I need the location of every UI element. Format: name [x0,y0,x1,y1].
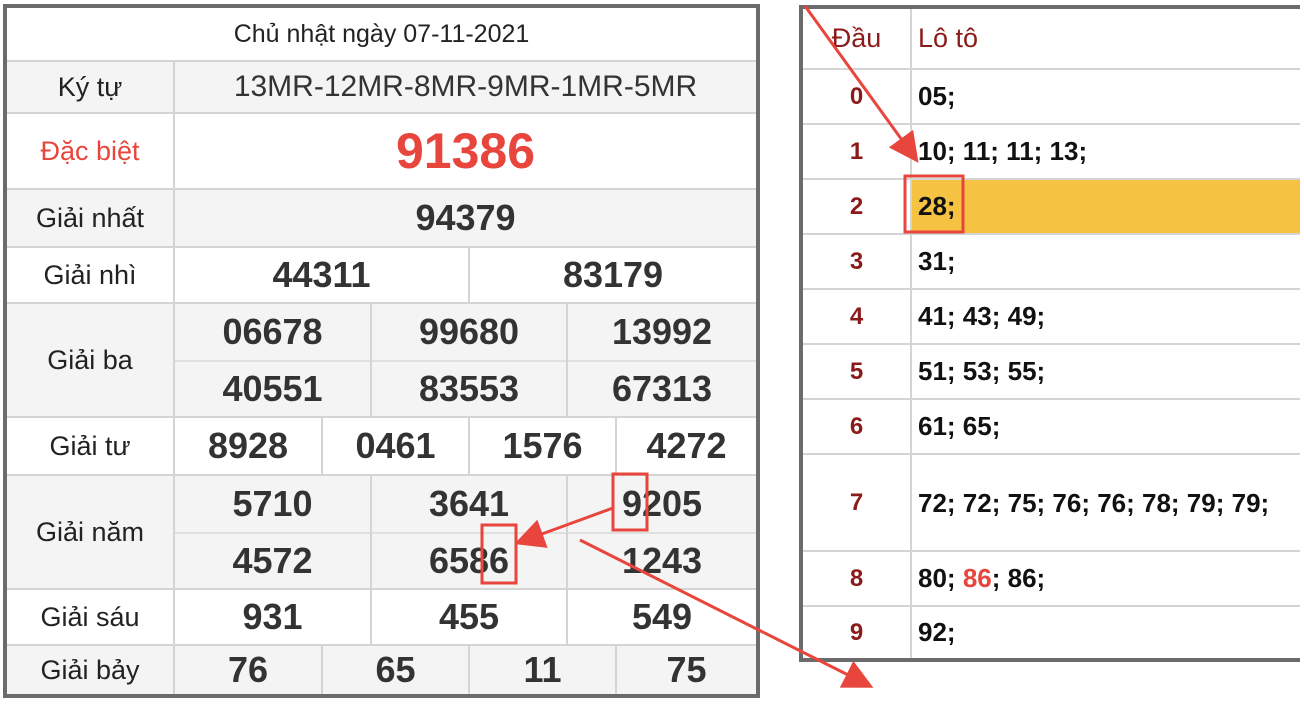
giai-nam-value: 4572 [232,540,313,581]
row-giai-nhat: Giải nhất 94379 [7,190,756,248]
giai-ba-value: 40551 [222,368,323,409]
loto-row: 0 05; [803,70,1300,125]
label-dac-biet: Đặc biệt [7,114,175,188]
giai-bay-value: 75 [666,649,707,690]
dau-cell: 7 [803,455,912,550]
label-giai-nam: Giải năm [7,476,175,588]
loto-cell: 72; 72; 75; 76; 76; 78; 79; 79; [918,487,1270,518]
loto-row: 1 10; 11; 11; 13; [803,125,1300,180]
giai-nhi-value: 44311 [272,254,371,295]
giai-ba-value: 67313 [611,368,713,409]
dac-biet-value: 91386 [395,123,536,179]
row-giai-nhi: Giải nhì 44311 83179 [7,248,756,304]
giai-bay-value: 76 [227,649,269,690]
label-giai-sau: Giải sáu [7,590,175,644]
dau-cell: 4 [803,290,912,343]
loto-table: Đầu Lô tô 0 05; 1 10; 11; 11; 13; 2 28; … [799,5,1300,662]
loto-header-row: Đầu Lô tô [803,9,1300,70]
giai-ba-value: 06678 [222,311,323,352]
loto-special-match: 86 [962,563,992,593]
loto-cell: 10; 11; 11; 13; [918,136,1088,166]
dau-cell: 8 [803,552,912,605]
header-loto: Lô tô [918,23,979,53]
row-giai-ba: Giải ba 06678 99680 13992 40551 83553 67… [7,304,756,418]
loto-cell: 41; 43; 49; [918,301,1046,331]
giai-nam-value: 3641 [428,483,510,524]
row-giai-sau: Giải sáu 931 455 549 [7,590,756,646]
giai-sau-value: 455 [438,596,500,637]
label-giai-bay: Giải bảy [7,646,175,694]
giai-sau-value: 931 [242,596,303,637]
giai-tu-value: 4272 [646,425,727,466]
dau-cell: 3 [803,235,912,288]
dau-cell: 2 [803,180,912,233]
loto-cell: 92; [918,617,956,647]
loto-cell: 28; [912,180,1300,233]
giai-sau-value: 549 [631,596,693,637]
dau-cell: 0 [803,70,912,123]
label-giai-tu: Giải tư [7,418,175,474]
loto-text: ; 86; [991,563,1046,593]
loto-text: 80; [918,563,963,593]
loto-row: 7 72; 72; 75; 76; 76; 78; 79; 79; [803,455,1300,552]
results-title: Chủ nhật ngày 07-11-2021 [233,19,530,48]
loto-row: 5 51; 53; 55; [803,345,1300,400]
giai-nam-value: 6586 [428,540,510,581]
ky-tu-value: 13MR-12MR-8MR-9MR-1MR-5MR [233,70,698,103]
giai-tu-value: 0461 [355,425,436,466]
loto-cell: 05; [918,81,956,111]
label-giai-nhat: Giải nhất [7,190,175,246]
row-giai-tu: Giải tư 8928 0461 1576 4272 [7,418,756,476]
giai-bay-value: 65 [375,649,416,690]
giai-ba-value: 83553 [418,368,520,409]
giai-tu-value: 1576 [502,425,583,466]
loto-cell: 61; 65; [918,411,1001,441]
label-ky-tu: Ký tự [7,62,175,112]
loto-cell: 31; [918,246,956,276]
giai-nam-value: 9205 [621,483,703,524]
giai-tu-value: 8928 [207,425,289,466]
results-table: Chủ nhật ngày 07-11-2021 Ký tự 13MR-12MR… [3,4,760,698]
dau-cell: 5 [803,345,912,398]
label-giai-nhi: Giải nhì [7,248,175,302]
header-dau: Đầu [803,9,912,68]
loto-cell: 80; 86; 86; [912,552,1300,605]
loto-row: 3 31; [803,235,1300,290]
label-giai-ba: Giải ba [7,304,175,416]
giai-bay-value: 11 [523,649,562,690]
giai-ba-value: 13992 [611,311,713,352]
row-giai-bay: Giải bảy 76 65 11 75 [7,646,756,694]
loto-row-highlighted: 2 28; [803,180,1300,235]
loto-row: 6 61; 65; [803,400,1300,455]
loto-row: 4 41; 43; 49; [803,290,1300,345]
giai-nhi-value: 83179 [562,254,664,295]
giai-nhat-value: 94379 [415,197,516,238]
giai-nam-value: 1243 [621,540,703,581]
loto-row: 8 80; 86; 86; [803,552,1300,607]
giai-nam-value: 5710 [232,483,313,524]
loto-cell: 51; 53; 55; [918,356,1046,386]
row-giai-nam: Giải năm 5710 3641 9205 4572 6586 1243 [7,476,756,590]
row-dac-biet: Đặc biệt 91386 [7,114,756,190]
giai-ba-value: 99680 [418,311,520,352]
dau-cell: 6 [803,400,912,453]
results-title-row: Chủ nhật ngày 07-11-2021 [7,8,756,62]
dau-cell: 1 [803,125,912,178]
loto-row: 9 92; [803,607,1300,658]
row-ky-tu: Ký tự 13MR-12MR-8MR-9MR-1MR-5MR [7,62,756,114]
dau-cell: 9 [803,607,912,658]
